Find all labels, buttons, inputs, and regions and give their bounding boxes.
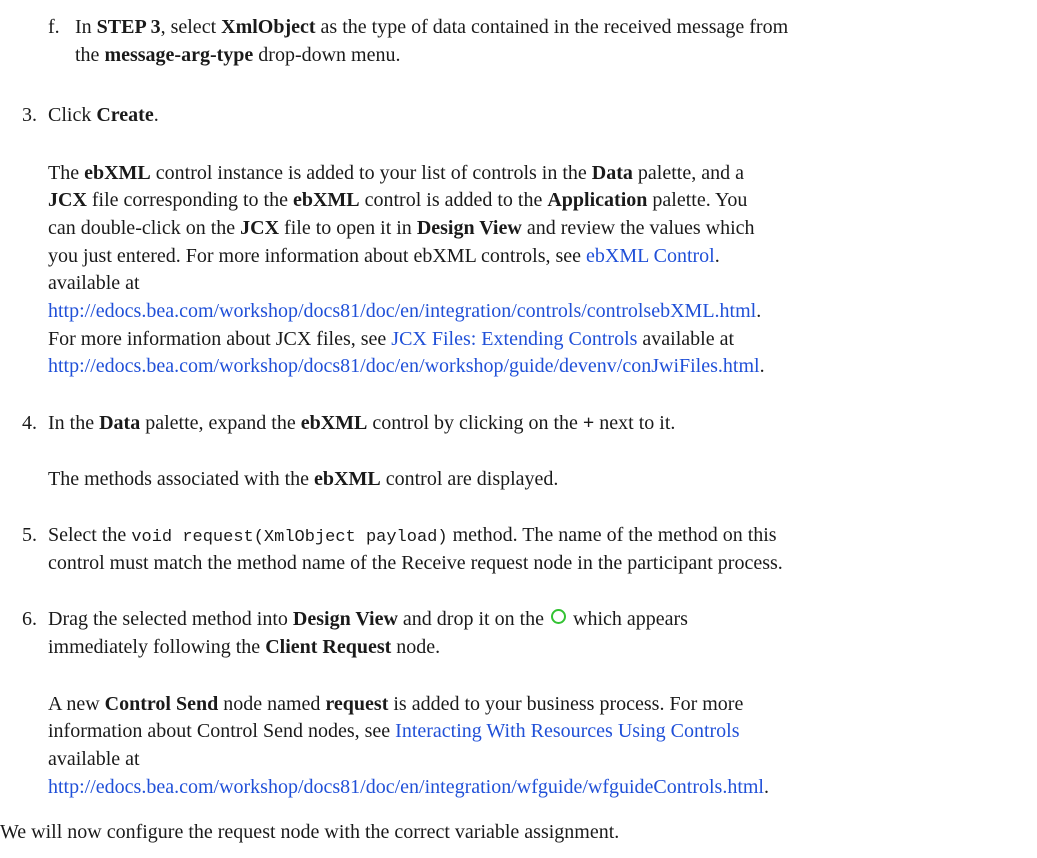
ebxml-control-link[interactable]: ebXML Control	[586, 245, 715, 267]
step3-para-line: available at	[48, 272, 140, 294]
ebxml-control-url-link[interactable]: http://edocs.bea.com/workshop/docs81/doc…	[48, 300, 756, 322]
step6-para-line: A new Control Send node named request is…	[48, 693, 744, 715]
step3-para-line: For more information about JCX files, se…	[48, 328, 735, 350]
step6-para-line: available at	[48, 748, 140, 770]
step3-para-line: The ebXML control instance is added to y…	[48, 162, 744, 184]
wfguide-controls-url-link[interactable]: http://edocs.bea.com/workshop/docs81/doc…	[48, 776, 764, 798]
method-signature: void request(XmlObject payload)	[131, 528, 448, 547]
jcx-files-url-link[interactable]: http://edocs.bea.com/workshop/docs81/doc…	[48, 355, 760, 377]
substep-f-line1: In STEP 3, select XmlObject as the type …	[75, 16, 789, 38]
step6-instruction-line2: immediately following the Client Request…	[48, 636, 441, 658]
step6-para-line: http://edocs.bea.com/workshop/docs81/doc…	[48, 776, 769, 798]
substep-marker: f.	[48, 16, 60, 38]
step-number: 5.	[22, 524, 37, 546]
step4-para: The methods associated with the ebXML co…	[48, 468, 559, 490]
step3-para-line: can double-click on the JCX file to open…	[48, 217, 755, 239]
step-number: 6.	[22, 608, 37, 630]
step6-para-line: information about Control Send nodes, se…	[48, 720, 740, 742]
drop-target-circle-icon	[551, 609, 567, 624]
step6-instruction: Drag the selected method into Design Vie…	[48, 608, 688, 630]
step3-para-line: http://edocs.bea.com/workshop/docs81/doc…	[48, 300, 762, 322]
closing-sentence: We will now configure the request node w…	[0, 821, 620, 843]
substep-f-line2: the message-arg-type drop-down menu.	[75, 44, 401, 66]
step-number: 3.	[22, 104, 37, 126]
step5-instruction: Select the void request(XmlObject payloa…	[48, 524, 777, 547]
step4-instruction: In the Data palette, expand the ebXML co…	[48, 412, 676, 434]
interacting-with-resources-link[interactable]: Interacting With Resources Using Control…	[395, 720, 739, 742]
step3-para-line: JCX file corresponding to the ebXML cont…	[48, 189, 748, 211]
step3-instruction: Click Create.	[48, 104, 159, 126]
jcx-files-link[interactable]: JCX Files: Extending Controls	[391, 328, 637, 350]
step3-para-line: http://edocs.bea.com/workshop/docs81/doc…	[48, 355, 765, 377]
step5-instruction-line2: control must match the method name of th…	[48, 552, 783, 574]
step3-para-line: you just entered. For more information a…	[48, 245, 720, 267]
step-number: 4.	[22, 412, 37, 434]
